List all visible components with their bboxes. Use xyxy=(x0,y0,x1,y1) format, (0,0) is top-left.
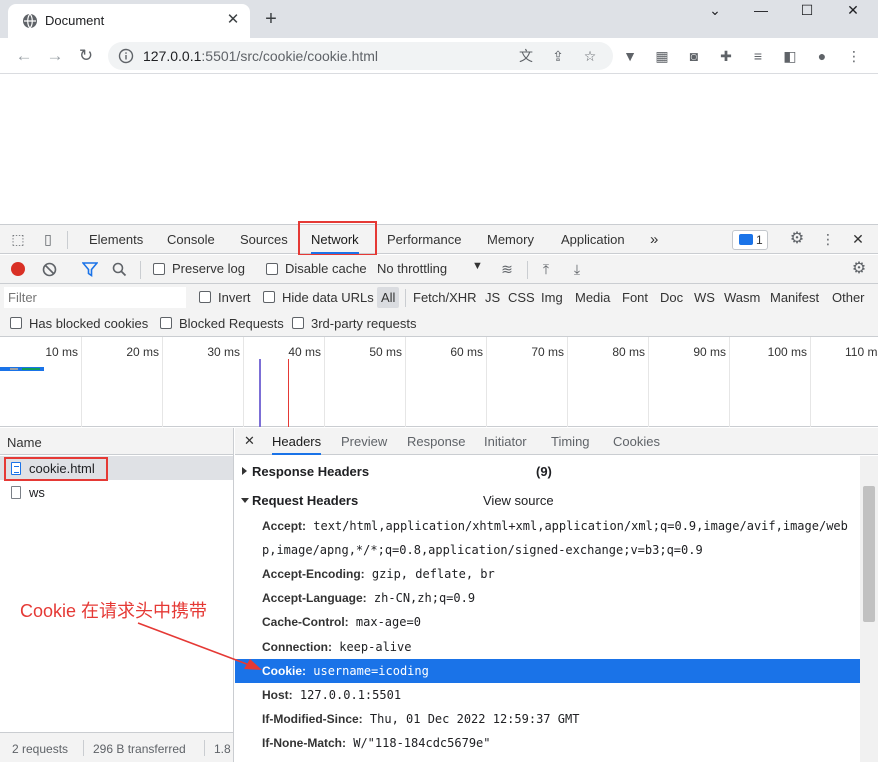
annotation-arrow-icon xyxy=(137,622,262,670)
